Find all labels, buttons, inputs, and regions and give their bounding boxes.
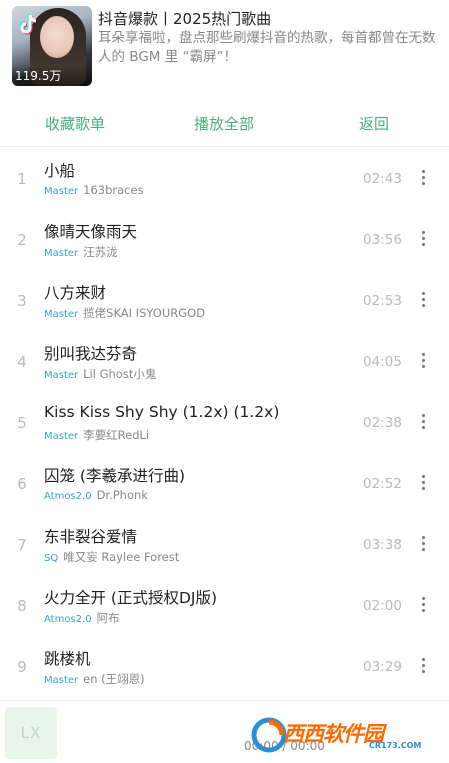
back-button[interactable]: 返回 <box>359 108 389 140</box>
song-row[interactable]: 6 囚笼 (李羲承进行曲) Atmos2.0 Dr.Phonk 02:52 <box>0 454 449 515</box>
watermark-text: 西西软件园 <box>283 722 384 746</box>
song-duration: 03:29 <box>363 659 402 675</box>
player-cover[interactable]: LX <box>5 707 57 759</box>
song-artist: Dr.Phonk <box>96 488 148 502</box>
song-title: 八方来财 <box>44 284 107 302</box>
tiktok-logo-icon <box>19 14 37 35</box>
song-row[interactable]: 8 火力全开 (正式授权DJ版) Atmos2.0 阿布 02:00 <box>0 576 449 637</box>
song-title: 跳楼机 <box>44 650 91 668</box>
song-artist: 李要红RedLi <box>83 428 150 442</box>
song-row[interactable]: 2 像晴天像雨天 Master 汪苏泷 03:56 <box>0 210 449 271</box>
song-index: 1 <box>17 170 27 188</box>
song-row[interactable]: 5 Kiss Kiss Shy Shy (1.2x) (1.2x) Master… <box>0 393 449 454</box>
quality-badge: Master <box>44 675 79 686</box>
song-meta: Master 163braces <box>44 183 144 197</box>
more-options-icon[interactable] <box>415 411 431 433</box>
more-options-icon[interactable] <box>415 594 431 616</box>
song-artist: en (王翊恩) <box>83 672 145 686</box>
quality-badge: Master <box>44 248 79 259</box>
song-title: 像晴天像雨天 <box>44 223 138 241</box>
divider <box>0 146 449 147</box>
more-options-icon[interactable] <box>415 167 431 189</box>
song-duration: 03:56 <box>363 232 402 248</box>
song-row[interactable]: 3 八方来财 Master 揽佬SKAI ISYOURGOD 02:53 <box>0 271 449 332</box>
collect-playlist-button[interactable]: 收藏歌单 <box>45 108 105 140</box>
song-duration: 02:00 <box>363 598 402 614</box>
song-duration: 03:38 <box>363 537 402 553</box>
song-duration: 04:05 <box>363 354 402 370</box>
song-index: 4 <box>17 353 27 371</box>
site-watermark: 西西软件园 CR173.COM <box>249 714 432 754</box>
song-list: 1 小船 Master 163braces 02:43 2 像晴天像雨天 Mast… <box>0 149 449 698</box>
song-index: 7 <box>17 536 27 554</box>
song-title: 东非裂谷爱情 <box>44 528 138 546</box>
song-title: 别叫我达芬奇 <box>44 345 138 363</box>
play-count: 119.5万 <box>12 66 92 86</box>
playlist-actions: 收藏歌单 播放全部 返回 <box>0 108 449 140</box>
song-meta: Master 揽佬SKAI ISYOURGOD <box>44 305 205 321</box>
more-options-icon[interactable] <box>415 228 431 250</box>
song-title: Kiss Kiss Shy Shy (1.2x) (1.2x) <box>44 403 280 421</box>
quality-badge: Master <box>44 309 79 320</box>
song-artist: 阿布 <box>96 611 120 625</box>
quality-badge: Atmos2.0 <box>44 614 92 625</box>
more-options-icon[interactable] <box>415 533 431 555</box>
song-duration: 02:52 <box>363 476 402 492</box>
song-row[interactable]: 9 跳楼机 Master en (王翊恩) 03:29 <box>0 637 449 698</box>
song-row[interactable]: 4 别叫我达芬奇 Master Lil Ghost小鬼 04:05 <box>0 332 449 393</box>
song-artist: 揽佬SKAI ISYOURGOD <box>83 306 206 320</box>
quality-badge: Atmos2.0 <box>44 491 92 502</box>
song-meta: Master Lil Ghost小鬼 <box>44 366 156 382</box>
quality-badge: Master <box>44 370 79 381</box>
song-index: 6 <box>17 475 27 493</box>
quality-badge: Master <box>44 431 79 442</box>
more-options-icon[interactable] <box>415 289 431 311</box>
song-title: 小船 <box>44 162 76 180</box>
song-artist: 163braces <box>83 183 144 197</box>
song-title: 火力全开 (正式授权DJ版) <box>44 589 218 607</box>
quality-badge: Master <box>44 186 79 197</box>
song-index: 5 <box>17 414 27 432</box>
song-meta: Master en (王翊恩) <box>44 671 145 687</box>
song-meta: SQ 唯又妄 Raylee Forest <box>44 549 179 565</box>
song-artist: 唯又妄 Raylee Forest <box>63 550 180 564</box>
playlist-title: 抖音爆款丨2025热门歌曲 <box>98 10 272 28</box>
song-artist: Lil Ghost小鬼 <box>83 367 157 381</box>
playlist-header: 119.5万 抖音爆款丨2025热门歌曲 耳朵享福啦，盘点那些刷爆抖音的热歌，每… <box>0 0 449 100</box>
watermark-domain: CR173.COM <box>369 741 422 750</box>
song-duration: 02:43 <box>363 171 402 187</box>
more-options-icon[interactable] <box>415 472 431 494</box>
playlist-description: 耳朵享福啦，盘点那些刷爆抖音的热歌，每首都曾在无数人的 BGM 里 “霸屏”！ <box>98 30 436 65</box>
song-index: 3 <box>17 292 27 310</box>
song-meta: Atmos2.0 阿布 <box>44 610 120 626</box>
song-meta: Master 李要红RedLi <box>44 427 149 443</box>
play-all-button[interactable]: 播放全部 <box>194 108 254 140</box>
cover-face-shape <box>40 16 74 58</box>
song-title: 囚笼 (李羲承进行曲) <box>44 467 186 485</box>
song-duration: 02:53 <box>363 293 402 309</box>
quality-badge: SQ <box>44 553 59 564</box>
song-meta: Atmos2.0 Dr.Phonk <box>44 488 148 502</box>
more-options-icon[interactable] <box>415 655 431 677</box>
playlist-cover[interactable]: 119.5万 <box>12 6 92 86</box>
song-row[interactable]: 1 小船 Master 163braces 02:43 <box>0 149 449 210</box>
song-index: 8 <box>17 597 27 615</box>
song-index: 9 <box>17 658 27 676</box>
more-options-icon[interactable] <box>415 350 431 372</box>
song-row[interactable]: 7 东非裂谷爱情 SQ 唯又妄 Raylee Forest 03:38 <box>0 515 449 576</box>
song-artist: 汪苏泷 <box>83 245 118 259</box>
song-duration: 02:38 <box>363 415 402 431</box>
song-meta: Master 汪苏泷 <box>44 244 118 260</box>
song-index: 2 <box>17 231 27 249</box>
